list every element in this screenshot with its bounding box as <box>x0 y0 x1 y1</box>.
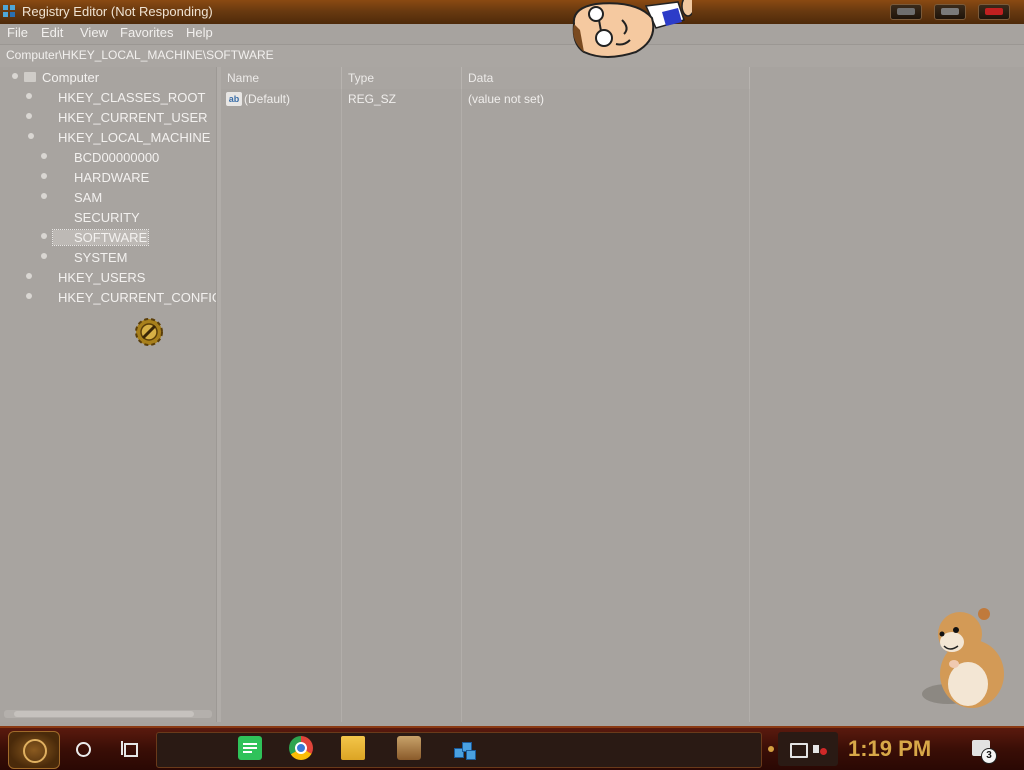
menu-bar: File Edit View Favorites Help <box>0 24 1024 44</box>
tree-node-security[interactable]: SECURITY <box>0 207 216 227</box>
regedit-app-icon[interactable] <box>452 736 476 760</box>
expand-chevron-icon[interactable] <box>41 173 47 179</box>
menu-edit[interactable]: Edit <box>41 25 63 40</box>
expand-chevron-icon[interactable] <box>41 153 47 159</box>
file-explorer-icon[interactable] <box>341 736 365 760</box>
expand-chevron-icon[interactable] <box>41 193 47 199</box>
close-button[interactable] <box>978 4 1010 20</box>
maximize-button[interactable] <box>934 4 966 20</box>
values-list[interactable]: Name Type Data ab (Default) REG_SZ (valu… <box>221 67 1024 722</box>
task-view-icon[interactable] <box>121 741 138 757</box>
expand-chevron-icon[interactable] <box>26 93 32 99</box>
menu-file[interactable]: File <box>7 25 28 40</box>
start-button[interactable] <box>8 731 60 769</box>
gear-icon <box>135 318 163 346</box>
scrollbar-thumb[interactable] <box>14 711 194 717</box>
tree-node-bcd[interactable]: BCD00000000 <box>0 147 216 167</box>
tree-node-software-selected[interactable]: SOFTWARE <box>0 227 216 247</box>
column-header-type[interactable]: Type <box>342 67 462 89</box>
tree-node-system[interactable]: SYSTEM <box>0 247 216 267</box>
tree-node-hkey-local-machine[interactable]: HKEY_LOCAL_MACHINE <box>0 127 216 147</box>
expand-chevron-icon[interactable] <box>26 293 32 299</box>
tree-horizontal-scrollbar[interactable] <box>4 710 212 718</box>
notification-count-badge: 3 <box>981 748 997 764</box>
menu-help[interactable]: Help <box>186 25 213 40</box>
tree-node-hkey-current-config[interactable]: HKEY_CURRENT_CONFIG <box>0 287 216 307</box>
show-hidden-icons-icon[interactable] <box>768 746 774 752</box>
registry-tree[interactable]: Computer HKEY_CLASSES_ROOT HKEY_CURRENT_… <box>0 67 217 722</box>
address-bar[interactable]: Computer\HKEY_LOCAL_MACHINE\SOFTWARE <box>0 44 1024 68</box>
notes-app-icon[interactable] <box>238 736 262 760</box>
regedit-icon <box>3 5 16 18</box>
value-data: (value not set) <box>468 92 545 106</box>
column-divider <box>749 89 750 722</box>
column-header-data[interactable]: Data <box>462 67 750 89</box>
tree-node-hkey-classes-root[interactable]: HKEY_CLASSES_ROOT <box>0 87 216 107</box>
value-name: (Default) <box>244 92 291 106</box>
window-title: Registry Editor (Not Responding) <box>22 4 213 19</box>
tree-node-hkey-current-user[interactable]: HKEY_CURRENT_USER <box>0 107 216 127</box>
value-type: REG_SZ <box>348 92 397 106</box>
hamster-mascot-icon <box>922 608 1004 708</box>
game-app-icon[interactable] <box>397 736 421 760</box>
network-icon[interactable] <box>790 743 808 758</box>
menu-view[interactable]: View <box>80 25 108 40</box>
tree-node-hkey-users[interactable]: HKEY_USERS <box>0 267 216 287</box>
expand-chevron-icon[interactable] <box>41 233 47 239</box>
chrome-icon[interactable] <box>289 736 313 760</box>
title-bar[interactable]: Registry Editor (Not Responding) <box>0 0 1024 24</box>
search-circle-icon[interactable] <box>76 742 91 757</box>
string-value-icon: ab <box>226 92 242 106</box>
column-divider <box>341 89 342 722</box>
volume-muted-icon[interactable] <box>813 742 827 756</box>
collapse-chevron-icon[interactable] <box>28 133 34 139</box>
column-divider <box>461 89 462 722</box>
tree-node-sam[interactable]: SAM <box>0 187 216 207</box>
minimize-button[interactable] <box>890 4 922 20</box>
column-header-name[interactable]: Name <box>221 67 342 89</box>
menu-favorites[interactable]: Favorites <box>120 25 173 40</box>
table-row[interactable]: ab (Default) REG_SZ (value not set) <box>221 89 761 109</box>
computer-icon <box>24 72 36 82</box>
tree-node-hardware[interactable]: HARDWARE <box>0 167 216 187</box>
cartoon-face-icon <box>572 0 692 58</box>
tree-node-computer[interactable]: Computer <box>0 67 216 87</box>
expand-chevron-icon[interactable] <box>12 73 18 79</box>
taskbar: 1:19 PM 3 <box>0 726 1024 770</box>
expand-chevron-icon[interactable] <box>26 273 32 279</box>
clock[interactable]: 1:19 PM <box>848 736 931 762</box>
address-path[interactable]: Computer\HKEY_LOCAL_MACHINE\SOFTWARE <box>6 48 274 62</box>
expand-chevron-icon[interactable] <box>26 113 32 119</box>
expand-chevron-icon[interactable] <box>41 253 47 259</box>
system-tray <box>778 732 838 766</box>
